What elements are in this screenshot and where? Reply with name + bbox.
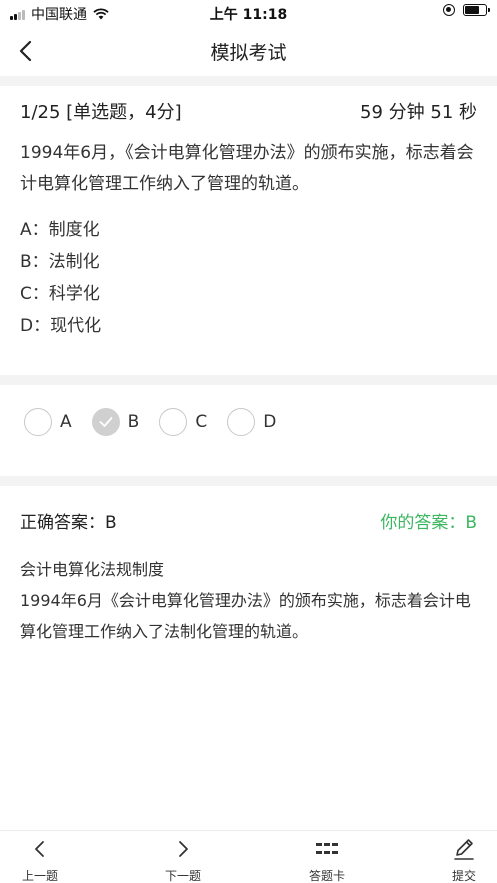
pencil-icon [454, 839, 474, 860]
radio-d[interactable] [227, 408, 256, 436]
next-question-button[interactable]: 下一题 [143, 837, 223, 883]
divider [0, 476, 497, 486]
status-time: 上午 11:18 [209, 7, 288, 23]
explanation: 会计电算化法规制度 1994年6月《会计电算化管理办法》的颁布实施，标志着会计电… [20, 554, 477, 647]
option-list: A：制度化 B：法制化 C：科学化 D：现代化 [20, 214, 477, 342]
answer-letter: B [127, 412, 140, 432]
submit-label: 提交 [451, 869, 476, 883]
option-b: B：法制化 [20, 252, 100, 272]
bottom-toolbar: 上一题 下一题 答题卡 提交 [0, 830, 497, 883]
status-bar: 中国联通 上午 11:18 [0, 0, 497, 26]
answer-letter: C [195, 412, 208, 432]
prev-question-label: 上一题 [21, 869, 58, 883]
answer-choice-c[interactable]: C [159, 408, 207, 436]
question-header: 1/25 [单选题，4分] 59 分钟 51 秒 [20, 98, 477, 124]
countdown-timer: 59 分钟 51 秒 [360, 102, 477, 123]
divider [0, 76, 497, 86]
answer-choice-d[interactable]: D [227, 408, 276, 436]
answer-card-icon [316, 843, 338, 854]
question-progress: 1/25 [20, 102, 61, 123]
option-c: C：科学化 [20, 284, 100, 304]
radio-b[interactable] [91, 408, 120, 436]
answer-letter: D [263, 412, 277, 432]
explanation-title: 会计电算化法规制度 [20, 560, 165, 579]
question-type: [单选题，4分] [66, 102, 182, 123]
your-answer: 你的答案：B [380, 513, 477, 533]
question-meta: 1/25 [单选题，4分] [20, 98, 182, 124]
check-icon [99, 417, 113, 427]
answer-choice-a[interactable]: A [24, 408, 72, 436]
answer-card-button[interactable]: 答题卡 [287, 837, 367, 883]
status-right [443, 4, 490, 16]
result-row: 正确答案：B 你的答案：B [20, 508, 477, 533]
chevron-right-icon [179, 841, 188, 857]
page-title: 模拟考试 [210, 42, 287, 64]
prev-question-button[interactable]: 上一题 [0, 837, 80, 883]
question-text: 1994年6月，《会计电算化管理办法》的颁布实施，标志着会计电算化管理工作纳入了… [20, 143, 474, 194]
chevron-left-icon [35, 841, 44, 857]
orientation-lock-icon [443, 4, 455, 16]
option-d: D：现代化 [20, 316, 102, 336]
nav-bar: 模拟考试 [0, 26, 497, 76]
answer-letter: A [60, 412, 72, 432]
option-a: A：制度化 [20, 220, 100, 240]
answer-choice-b[interactable]: B [91, 408, 140, 436]
radio-a[interactable] [24, 408, 52, 436]
submit-button[interactable]: 提交 [424, 837, 497, 883]
radio-c[interactable] [159, 408, 188, 436]
answer-choices: A B C D [24, 405, 296, 439]
next-question-label: 下一题 [164, 869, 201, 883]
divider [0, 375, 497, 385]
answer-card-label: 答题卡 [308, 869, 345, 883]
correct-answer: 正确答案：B [20, 513, 117, 533]
battery-icon [463, 4, 490, 16]
explanation-text: 1994年6月《会计电算化管理办法》的颁布实施，标志着会计电算化管理工作纳入了法… [20, 591, 471, 641]
